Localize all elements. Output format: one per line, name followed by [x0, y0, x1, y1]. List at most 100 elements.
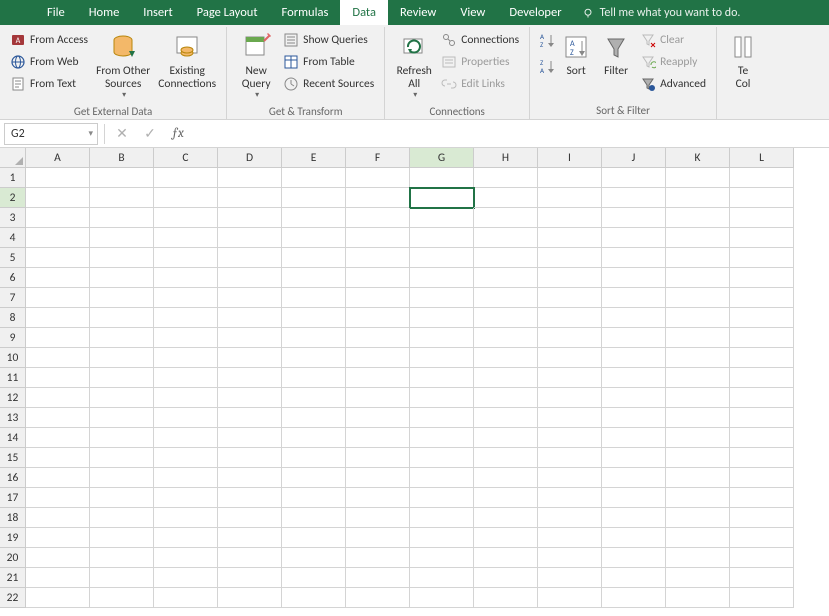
cell-H15[interactable]: [474, 448, 538, 468]
cell-C12[interactable]: [154, 388, 218, 408]
cell-C17[interactable]: [154, 488, 218, 508]
cell-B15[interactable]: [90, 448, 154, 468]
cell-C18[interactable]: [154, 508, 218, 528]
column-header-H[interactable]: H: [474, 148, 538, 168]
cell-E7[interactable]: [282, 288, 346, 308]
row-header-21[interactable]: 21: [0, 568, 26, 588]
cell-D16[interactable]: [218, 468, 282, 488]
cell-G8[interactable]: [410, 308, 474, 328]
cell-E22[interactable]: [282, 588, 346, 608]
cell-I4[interactable]: [538, 228, 602, 248]
cell-H10[interactable]: [474, 348, 538, 368]
cell-L2[interactable]: [730, 188, 794, 208]
cell-K11[interactable]: [666, 368, 730, 388]
cell-G19[interactable]: [410, 528, 474, 548]
cell-E20[interactable]: [282, 548, 346, 568]
tab-file[interactable]: File: [35, 0, 77, 25]
cell-I20[interactable]: [538, 548, 602, 568]
row-header-10[interactable]: 10: [0, 348, 26, 368]
cell-E19[interactable]: [282, 528, 346, 548]
row-header-8[interactable]: 8: [0, 308, 26, 328]
cell-J16[interactable]: [602, 468, 666, 488]
row-header-9[interactable]: 9: [0, 328, 26, 348]
cell-D2[interactable]: [218, 188, 282, 208]
cell-B22[interactable]: [90, 588, 154, 608]
cell-I5[interactable]: [538, 248, 602, 268]
cell-B13[interactable]: [90, 408, 154, 428]
cell-B18[interactable]: [90, 508, 154, 528]
cell-A12[interactable]: [26, 388, 90, 408]
cell-J9[interactable]: [602, 328, 666, 348]
text-to-columns-button[interactable]: Te Col: [723, 29, 763, 93]
cell-K16[interactable]: [666, 468, 730, 488]
cell-J10[interactable]: [602, 348, 666, 368]
cell-G11[interactable]: [410, 368, 474, 388]
cell-K17[interactable]: [666, 488, 730, 508]
cell-K14[interactable]: [666, 428, 730, 448]
row-header-18[interactable]: 18: [0, 508, 26, 528]
column-header-E[interactable]: E: [282, 148, 346, 168]
row-header-3[interactable]: 3: [0, 208, 26, 228]
row-header-19[interactable]: 19: [0, 528, 26, 548]
tab-data[interactable]: Data: [340, 0, 388, 25]
cell-J4[interactable]: [602, 228, 666, 248]
row-header-16[interactable]: 16: [0, 468, 26, 488]
cell-I3[interactable]: [538, 208, 602, 228]
cell-L12[interactable]: [730, 388, 794, 408]
cell-H6[interactable]: [474, 268, 538, 288]
row-header-1[interactable]: 1: [0, 168, 26, 188]
cell-I14[interactable]: [538, 428, 602, 448]
cell-J15[interactable]: [602, 448, 666, 468]
cell-G9[interactable]: [410, 328, 474, 348]
cell-J21[interactable]: [602, 568, 666, 588]
cell-E21[interactable]: [282, 568, 346, 588]
from-text-button[interactable]: From Text: [6, 73, 92, 95]
cell-C21[interactable]: [154, 568, 218, 588]
row-header-20[interactable]: 20: [0, 548, 26, 568]
formula-input[interactable]: [195, 123, 825, 145]
cell-C2[interactable]: [154, 188, 218, 208]
cell-H14[interactable]: [474, 428, 538, 448]
cell-H11[interactable]: [474, 368, 538, 388]
cell-H19[interactable]: [474, 528, 538, 548]
row-header-5[interactable]: 5: [0, 248, 26, 268]
cell-C5[interactable]: [154, 248, 218, 268]
cell-K19[interactable]: [666, 528, 730, 548]
cell-A17[interactable]: [26, 488, 90, 508]
cell-B17[interactable]: [90, 488, 154, 508]
cell-F11[interactable]: [346, 368, 410, 388]
cell-G10[interactable]: [410, 348, 474, 368]
from-web-button[interactable]: From Web: [6, 51, 92, 73]
cell-I9[interactable]: [538, 328, 602, 348]
name-box[interactable]: G2 ▾: [4, 123, 98, 145]
cell-C20[interactable]: [154, 548, 218, 568]
cell-H18[interactable]: [474, 508, 538, 528]
cell-G4[interactable]: [410, 228, 474, 248]
cell-K5[interactable]: [666, 248, 730, 268]
cell-H7[interactable]: [474, 288, 538, 308]
cell-G12[interactable]: [410, 388, 474, 408]
cell-H22[interactable]: [474, 588, 538, 608]
sort-desc-button[interactable]: ZA: [538, 55, 554, 77]
cell-E13[interactable]: [282, 408, 346, 428]
cell-H16[interactable]: [474, 468, 538, 488]
row-header-22[interactable]: 22: [0, 588, 26, 608]
cell-I16[interactable]: [538, 468, 602, 488]
cell-L20[interactable]: [730, 548, 794, 568]
cell-I18[interactable]: [538, 508, 602, 528]
cell-D9[interactable]: [218, 328, 282, 348]
cell-K6[interactable]: [666, 268, 730, 288]
cell-L19[interactable]: [730, 528, 794, 548]
cell-H5[interactable]: [474, 248, 538, 268]
cell-A4[interactable]: [26, 228, 90, 248]
cell-F5[interactable]: [346, 248, 410, 268]
cell-E3[interactable]: [282, 208, 346, 228]
cell-A9[interactable]: [26, 328, 90, 348]
cell-G6[interactable]: [410, 268, 474, 288]
cell-B7[interactable]: [90, 288, 154, 308]
insert-function-button[interactable]: ƒx: [167, 123, 189, 145]
cell-G22[interactable]: [410, 588, 474, 608]
cell-A8[interactable]: [26, 308, 90, 328]
cell-E4[interactable]: [282, 228, 346, 248]
cell-F22[interactable]: [346, 588, 410, 608]
